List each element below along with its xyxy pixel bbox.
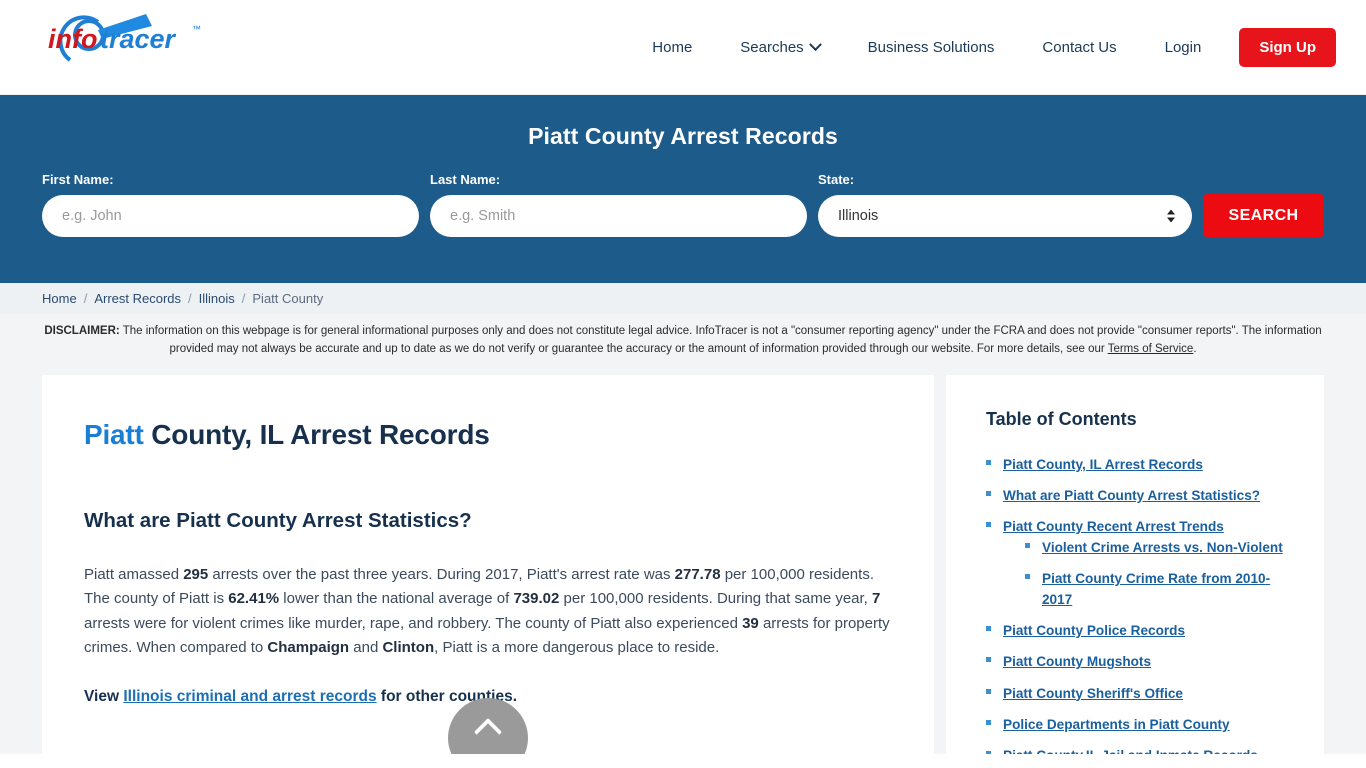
search-button[interactable]: SEARCH (1203, 194, 1324, 237)
nav-item-home[interactable]: Home (628, 39, 716, 56)
nav-label: Login (1164, 39, 1202, 56)
list-item: Piatt County Recent Arrest Trends Violen… (986, 516, 1294, 610)
para-text: arrests were for violent crimes like mur… (84, 614, 743, 632)
illinois-records-link[interactable]: Illinois criminal and arrest records (123, 688, 376, 705)
svg-text:tracer: tracer (100, 24, 177, 54)
toc-link-police-records[interactable]: Piatt County Police Records (1003, 623, 1185, 638)
nav-item-login[interactable]: Login (1141, 39, 1226, 56)
list-item: Piatt County, IL Arrest Records (986, 454, 1294, 475)
state-group: State: Illinois (818, 172, 1192, 237)
toc-link-crime-rate-2010-2017[interactable]: Piatt County Crime Rate from 2010-2017 (1042, 571, 1270, 607)
last-name-input[interactable] (430, 195, 807, 237)
svg-text:info: info (48, 24, 97, 54)
article-title-accent: Piatt (84, 418, 144, 450)
article-title-rest: County, IL Arrest Records (143, 418, 490, 450)
view-prefix: View (84, 688, 124, 706)
last-name-group: Last Name: (430, 172, 807, 237)
page-body: Piatt County, IL Arrest Records What are… (0, 368, 1366, 754)
first-name-input[interactable] (42, 195, 419, 237)
toc-link-recent-arrest-trends[interactable]: Piatt County Recent Arrest Trends (1003, 519, 1224, 534)
para-text: and (349, 638, 383, 656)
list-item: What are Piatt County Arrest Statistics? (986, 485, 1294, 506)
toc-sublist: Violent Crime Arrests vs. Non-Violent Pi… (1003, 537, 1294, 610)
nav-label: Contact Us (1042, 39, 1117, 56)
breadcrumb-item-piatt-county: Piatt County (252, 291, 324, 306)
main-content: Piatt County, IL Arrest Records What are… (42, 374, 934, 754)
nav-item-business-solutions[interactable]: Business Solutions (844, 39, 1019, 56)
statistics-paragraph: Piatt amassed 295 arrests over the past … (84, 563, 892, 661)
breadcrumb-separator: / (188, 291, 192, 306)
nav-label: Home (652, 39, 693, 56)
first-name-label: First Name: (42, 172, 114, 187)
article-title: Piatt County, IL Arrest Records (84, 419, 892, 451)
compare-county-champaign: Champaign (267, 638, 350, 656)
para-text: per 100,000 residents. During that same … (559, 590, 873, 608)
nav-item-contact-us[interactable]: Contact Us (1018, 39, 1140, 56)
toc-list: Piatt County, IL Arrest Records What are… (986, 454, 1294, 754)
nav-label: Business Solutions (867, 39, 995, 56)
terms-of-service-link[interactable]: Terms of Service (1108, 343, 1194, 355)
list-item: Piatt County Sheriff's Office (986, 683, 1294, 704)
para-text: arrests over the past three years. Durin… (208, 565, 675, 583)
state-select[interactable]: Illinois (818, 195, 1192, 237)
svg-text:™: ™ (192, 24, 201, 34)
chevron-up-icon (473, 717, 503, 746)
toc-link-arrest-records[interactable]: Piatt County, IL Arrest Records (1003, 457, 1203, 472)
disclaimer-banner: DISCLAIMER: The information on this webp… (0, 314, 1366, 369)
page-title: Piatt County Arrest Records (528, 123, 838, 149)
para-text: lower than the national average of (279, 590, 514, 608)
search-form: First Name: Last Name: State: Illinois S… (0, 172, 1366, 237)
breadcrumb-item-illinois[interactable]: Illinois (199, 291, 235, 306)
sign-up-button[interactable]: Sign Up (1239, 28, 1336, 67)
table-of-contents: Table of Contents Piatt County, IL Arres… (946, 374, 1324, 754)
disclaimer-label: DISCLAIMER: (44, 325, 120, 337)
stat-arrest-rate: 277.78 (674, 565, 721, 583)
state-label: State: (818, 172, 855, 187)
list-item: Piatt County Mugshots (986, 651, 1294, 672)
para-text: Piatt amassed (84, 565, 184, 583)
compare-county-clinton: Clinton (382, 638, 435, 656)
list-item: Violent Crime Arrests vs. Non-Violent (1025, 537, 1294, 558)
state-select-wrapper: Illinois (818, 195, 1192, 237)
site-header: info tracer ™ Home Searches Business Sol… (0, 0, 1366, 95)
toc-link-mugshots[interactable]: Piatt County Mugshots (1003, 654, 1151, 669)
nav-item-searches[interactable]: Searches (716, 38, 843, 56)
breadcrumb-item-home[interactable]: Home (42, 291, 77, 306)
section-heading-statistics: What are Piatt County Arrest Statistics? (84, 508, 472, 532)
disclaimer-period: . (1193, 342, 1197, 355)
list-item: Piatt County Police Records (986, 620, 1294, 641)
stat-violent-arrests: 7 (872, 590, 881, 608)
toc-link-jail-inmate-records[interactable]: Piatt County,IL Jail and Inmate Records (1003, 748, 1258, 754)
primary-navigation: Home Searches Business Solutions Contact… (628, 0, 1336, 95)
stat-total-arrests: 295 (183, 565, 209, 583)
breadcrumb-item-arrest-records[interactable]: Arrest Records (94, 291, 181, 306)
stat-property-arrests: 39 (742, 614, 759, 632)
stat-percent-lower: 62.41% (228, 590, 280, 608)
toc-title: Table of Contents (986, 408, 1137, 429)
infotracer-logo[interactable]: info tracer ™ (40, 8, 220, 70)
toc-link-police-departments[interactable]: Police Departments in Piatt County (1003, 717, 1230, 732)
breadcrumb: Home / Arrest Records / Illinois / Piatt… (0, 283, 1366, 314)
list-item: Police Departments in Piatt County (986, 714, 1294, 735)
nav-label: Searches (740, 39, 804, 56)
toc-link-violent-vs-nonviolent[interactable]: Violent Crime Arrests vs. Non-Violent (1042, 540, 1283, 555)
breadcrumb-separator: / (83, 291, 88, 306)
toc-link-sheriffs-office[interactable]: Piatt County Sheriff's Office (1003, 686, 1183, 701)
list-item: Piatt County,IL Jail and Inmate Records (986, 745, 1294, 754)
breadcrumb-separator: / (241, 291, 246, 306)
list-item: Piatt County Crime Rate from 2010-2017 (1025, 568, 1294, 610)
logo-icon: info tracer ™ (48, 14, 201, 62)
last-name-label: Last Name: (430, 172, 501, 187)
first-name-group: First Name: (42, 172, 419, 237)
search-hero: Piatt County Arrest Records First Name: … (0, 95, 1366, 283)
toc-link-arrest-statistics[interactable]: What are Piatt County Arrest Statistics? (1003, 488, 1260, 503)
para-text: , Piatt is a more dangerous place to res… (434, 638, 720, 656)
chevron-down-icon (808, 38, 822, 52)
stat-national-average: 739.02 (513, 590, 560, 608)
